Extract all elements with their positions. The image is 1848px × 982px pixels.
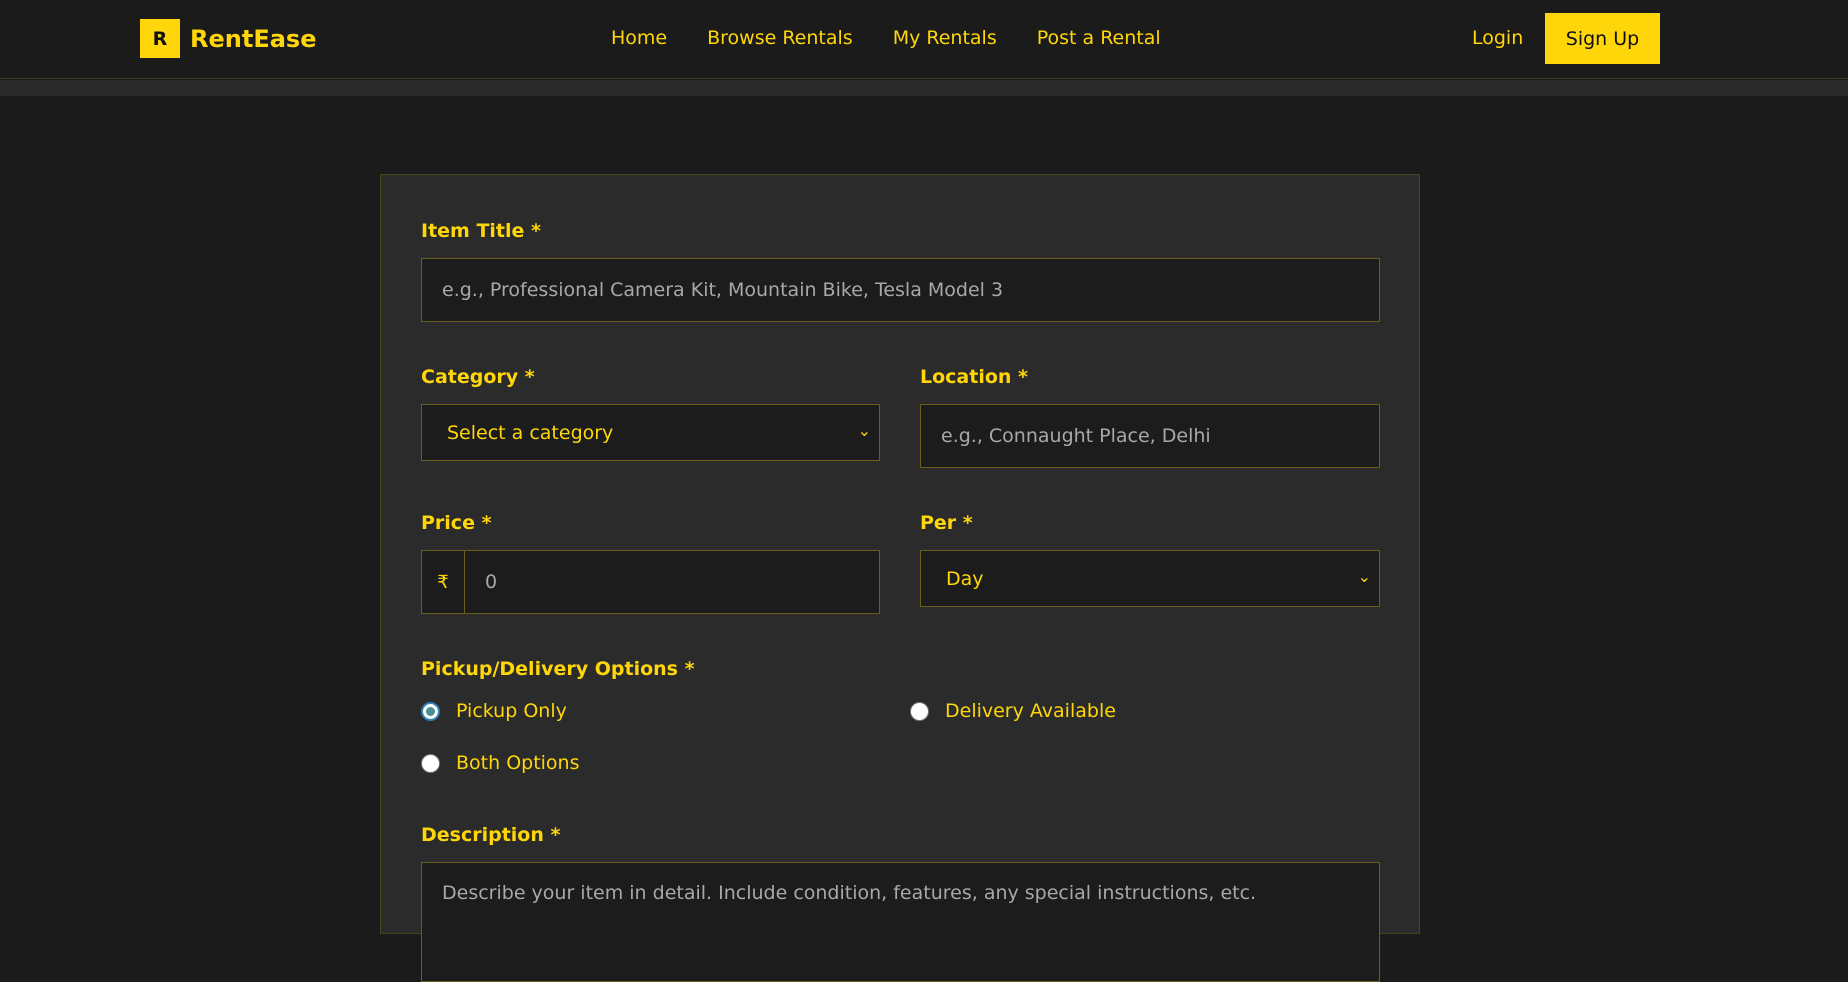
location-label: Location * <box>920 366 1028 388</box>
radio-button[interactable] <box>421 753 440 773</box>
radio-label-delivery-available: Delivery Available <box>945 700 1116 722</box>
item-title-label: Item Title * <box>421 220 541 242</box>
radio-pickup-only[interactable]: Pickup Only <box>421 700 567 722</box>
description-textarea[interactable] <box>421 862 1380 982</box>
chevron-down-icon: ⌄ <box>1357 567 1371 586</box>
category-select-value: Select a category <box>447 421 614 444</box>
chevron-down-icon: ⌄ <box>857 421 871 440</box>
price-label: Price * <box>421 512 492 534</box>
per-select[interactable]: Day ⌄ <box>920 550 1380 607</box>
nav-link-post-rental[interactable]: Post a Rental <box>1037 27 1161 49</box>
nav-links: Home Browse Rentals My Rentals Post a Re… <box>611 27 1201 49</box>
logo-badge: R <box>140 19 180 58</box>
signup-button[interactable]: Sign Up <box>1545 13 1660 64</box>
header-divider-strip <box>0 80 1848 96</box>
radio-label-both-options: Both Options <box>456 752 580 774</box>
nav-link-browse-rentals[interactable]: Browse Rentals <box>707 27 853 49</box>
radio-delivery-available[interactable]: Delivery Available <box>910 700 1116 722</box>
radio-button[interactable] <box>910 701 929 721</box>
radio-button-checked[interactable] <box>421 701 440 721</box>
nav-link-home[interactable]: Home <box>611 27 667 49</box>
price-input[interactable] <box>464 550 880 614</box>
top-navbar: R RentEase Home Browse Rentals My Rental… <box>0 0 1848 79</box>
brand-name: RentEase <box>190 24 317 53</box>
rupee-icon: ₹ <box>421 550 464 614</box>
post-rental-form: Item Title * Category * Select a categor… <box>380 174 1420 982</box>
radio-both-options[interactable]: Both Options <box>421 752 580 774</box>
pickup-options-label: Pickup/Delivery Options * <box>421 658 695 680</box>
radio-label-pickup-only: Pickup Only <box>456 700 567 722</box>
nav-link-my-rentals[interactable]: My Rentals <box>893 27 997 49</box>
login-link[interactable]: Login <box>1472 27 1523 49</box>
category-select[interactable]: Select a category ⌄ <box>421 404 880 461</box>
category-label: Category * <box>421 366 535 388</box>
location-input[interactable] <box>920 404 1380 468</box>
per-select-value: Day <box>946 567 984 590</box>
logo[interactable]: R RentEase <box>140 19 316 58</box>
item-title-input[interactable] <box>421 258 1380 322</box>
per-label: Per * <box>920 512 973 534</box>
description-label: Description * <box>421 824 561 846</box>
